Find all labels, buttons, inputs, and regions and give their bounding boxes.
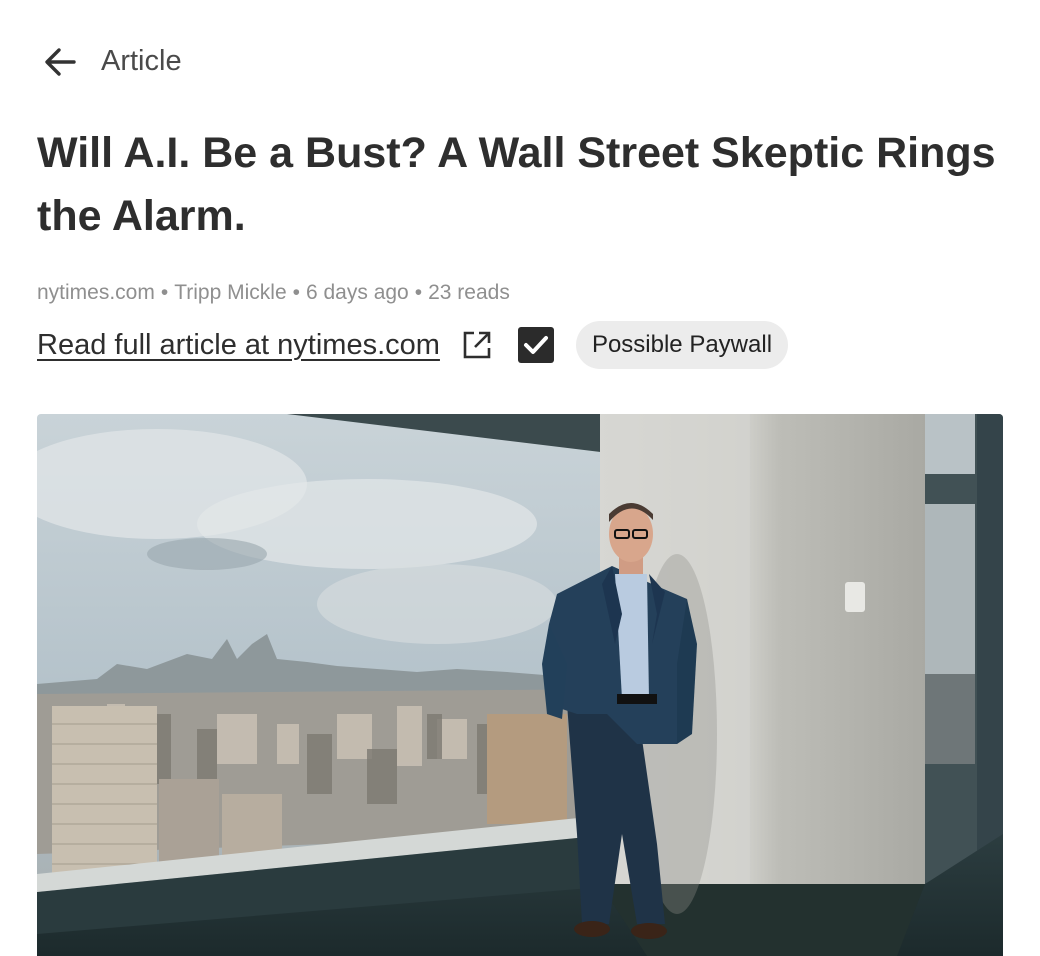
article-headline: Will A.I. Be a Bust? A Wall Street Skept… — [37, 129, 996, 240]
meta-source: nytimes.com — [37, 281, 155, 304]
checkmark-icon — [523, 336, 548, 354]
meta-separator: • — [414, 281, 423, 304]
meta-separator: • — [160, 281, 169, 304]
paywall-badge: Possible Paywall — [575, 321, 789, 369]
external-link-button[interactable] — [460, 328, 494, 362]
article-hero-image — [37, 414, 1003, 956]
meta-reads: 23 reads — [428, 281, 510, 304]
top-bar: Article — [0, 0, 1040, 120]
article-meta: nytimes.com • Tripp Mickle • 6 days ago • 23 r… — [37, 278, 510, 308]
external-link-icon — [463, 331, 491, 359]
meta-time: 6 days ago — [305, 281, 409, 304]
arrow-left-icon — [45, 48, 76, 76]
read-checkbox[interactable] — [517, 327, 554, 363]
article-actions: Read full article at nytimes.com Possibl… — [37, 320, 789, 370]
meta-author: Tripp Mickle — [174, 281, 287, 304]
back-button[interactable] — [38, 40, 82, 84]
page-title: Article — [101, 45, 182, 77]
hero-photo — [37, 414, 1003, 956]
read-full-article-link[interactable]: Read full article at nytimes.com — [37, 329, 440, 362]
meta-separator: • — [292, 281, 300, 304]
